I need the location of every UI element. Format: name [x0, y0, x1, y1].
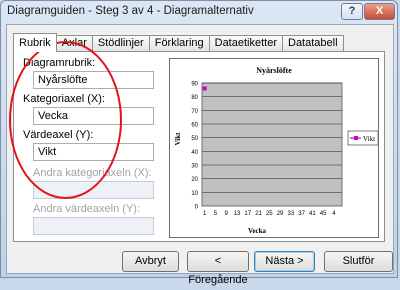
x-tick-label: 1 — [203, 211, 207, 217]
y-tick-label: 60 — [191, 123, 198, 129]
y-axis-label: Vikt — [174, 132, 182, 146]
close-button[interactable]: X — [364, 3, 395, 20]
y-tick-label: 30 — [191, 164, 198, 170]
category-axis-label: Kategoriaxel (X): — [23, 93, 105, 105]
x-tick-label: 37 — [298, 211, 305, 217]
tab-dataetiketter[interactable]: Dataetiketter — [208, 35, 283, 51]
chart-title-label: Diagramrubrik: — [23, 57, 96, 69]
category-axis-input[interactable]: Vecka — [33, 107, 154, 125]
data-point — [202, 86, 207, 91]
legend: Vikt — [347, 130, 379, 146]
y-tick-label: 80 — [191, 95, 198, 101]
x-tick-label: 29 — [277, 211, 284, 217]
window-title: Diagramguiden - Steg 3 av 4 - Diagramalt… — [7, 5, 254, 17]
title-bar: Diagramguiden - Steg 3 av 4 - Diagramalt… — [1, 1, 397, 23]
value-axis-input[interactable]: Vikt — [33, 143, 154, 161]
x-axis-label: Vecka — [248, 227, 267, 235]
chart-preview: Nyårslöfte Vikt Vecka 0 10 20 30 40 50 60 70 80 9… — [169, 58, 379, 238]
tab-axlar[interactable]: Axlar — [55, 35, 93, 51]
second-category-axis-input — [33, 181, 154, 199]
dialog-body: Rubrik Axlar Stödlinjer Förklaring Datae… — [6, 24, 394, 274]
x-tick-label: 13 — [234, 211, 241, 217]
chart-title-input[interactable]: Nyårslöfte — [33, 71, 154, 89]
y-tick-label: 70 — [191, 109, 198, 115]
plot-area — [201, 82, 343, 207]
y-tick-label: 10 — [191, 191, 198, 197]
second-value-axis-input — [33, 217, 154, 235]
tab-stodlinjer[interactable]: Stödlinjer — [91, 35, 150, 51]
x-tick-label: 17 — [244, 211, 251, 217]
value-axis-label: Värdeaxel (Y): — [23, 129, 94, 141]
x-tick-label: 45 — [320, 211, 327, 217]
chart-svg: Nyårslöfte Vikt Vecka 0 10 20 30 40 50 60 70 80 9… — [174, 66, 379, 235]
tab-rubrik[interactable]: Rubrik — [13, 33, 57, 52]
y-tick-label: 40 — [191, 150, 198, 156]
x-tick-label: 4 — [332, 211, 336, 217]
chart-title: Nyårslöfte — [256, 66, 292, 75]
tab-strip: Rubrik Axlar Stödlinjer Förklaring Datae… — [13, 33, 344, 52]
second-category-axis-label: Andra kategoriaxeln (X): — [33, 167, 152, 179]
x-tick-label: 21 — [255, 211, 262, 217]
y-tick-label: 50 — [191, 136, 198, 142]
tab-panel: Diagramrubrik: Nyårslöfte Kategoriaxel (… — [13, 51, 385, 242]
back-button[interactable]: < Föregående — [187, 251, 249, 286]
x-tick-label: 33 — [288, 211, 295, 217]
y-tick-label: 20 — [191, 177, 198, 183]
finish-button[interactable]: Slutför — [324, 251, 393, 272]
x-tick-label: 5 — [214, 211, 218, 217]
y-tick-label: 90 — [191, 82, 198, 88]
second-value-axis-label: Andra värdeaxeln (Y): — [33, 203, 140, 215]
tab-forklaring[interactable]: Förklaring — [148, 35, 210, 51]
cancel-button[interactable]: Avbryt — [122, 251, 179, 272]
help-button[interactable]: ? — [341, 3, 363, 20]
y-tick-label: 0 — [195, 205, 199, 211]
tab-datatabell[interactable]: Datatabell — [282, 35, 344, 51]
x-tick-label: 41 — [309, 211, 316, 217]
next-button[interactable]: Nästa > — [254, 251, 315, 272]
x-tick-label: 9 — [225, 211, 229, 217]
x-tick-label: 25 — [266, 211, 273, 217]
legend-entry-vikt: Vikt — [363, 135, 375, 143]
dialog-window: Diagramguiden - Steg 3 av 4 - Diagramalt… — [0, 0, 398, 286]
